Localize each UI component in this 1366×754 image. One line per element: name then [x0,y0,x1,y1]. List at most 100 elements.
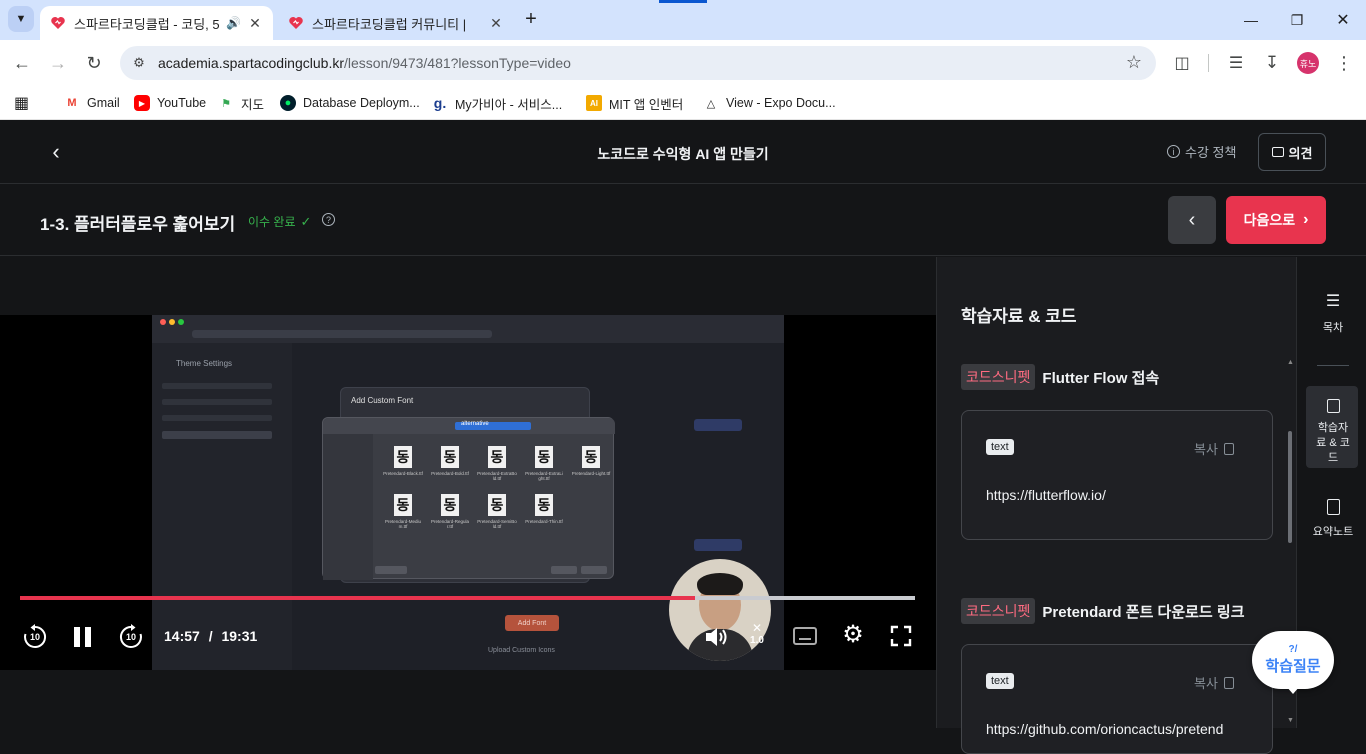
video-player[interactable]: Theme Settings Add Custom Font alternati… [0,315,936,670]
close-window-button[interactable]: ✕ [1320,0,1366,40]
bookmark-label: YouTube [157,96,207,110]
nav-toc[interactable]: ☰ 목차 [1307,291,1359,335]
bookmark-mit[interactable]: AI MIT 앱 인벤터 [586,92,683,114]
video-font-filename: Pretendard-ExtraLight.ttf [525,471,563,482]
browser-tab-active[interactable]: 스파르타코딩클럽 - 코딩, 5 🔊 ✕ [40,6,273,40]
ask-question-button[interactable]: ?/ 학습질문 [1252,631,1334,689]
snippet-tag: 코드스니펫 [961,598,1036,624]
snippet-header: 코드스니펫 Pretendard 폰트 다운로드 링크 [961,598,1245,624]
forward-seconds: 10 [125,632,136,642]
menu-icon[interactable]: ⋮ [1330,49,1358,77]
fullscreen-button[interactable] [890,625,912,647]
video-browser-bar [152,315,784,343]
volume-button[interactable] [704,625,730,649]
time-display: 14:57 / 19:31 [164,628,257,644]
tab-search-button[interactable]: ▼ [8,6,34,32]
address-bar[interactable]: ⚙ academia.spartacodingclub.kr /lesson/9… [120,46,1156,80]
tab-title: 스파르타코딩클럽 - 코딩, 5 [74,16,220,32]
back-chevron-icon[interactable]: ‹ [44,139,68,164]
bookmark-gmail[interactable]: M Gmail [64,92,120,114]
browser-tab[interactable]: 스파르타코딩클럽 커뮤니티 | ✕ [278,6,514,40]
copy-button[interactable]: 복사 [1194,673,1234,692]
bookmarks-bar: ▦ M Gmail ▶ YouTube ⚑ 지도 ● Database Deploym.… [0,86,1366,120]
url-host: academia.spartacodingclub.kr [158,55,344,71]
video-font-filename: Pretendard-ExtraBold.ttf [477,471,517,482]
speed-button[interactable]: ✕ 1.0 [746,621,768,651]
bookmark-label: My가비아 - 서비스... [455,97,563,112]
video-folder-name: alternative [461,421,489,427]
close-icon[interactable]: ✕ [488,15,504,32]
code-card: text 복사 https://github.com/orioncactus/p… [961,644,1273,754]
restore-button[interactable]: ❐ [1274,0,1320,40]
browser-toolbar: ← → ↻ ⚙ academia.spartacodingclub.kr /le… [0,40,1366,86]
code-card: text 복사 https://flutterflow.io/ [961,410,1273,540]
site-info-icon[interactable]: ⚙ [120,55,158,71]
copy-button[interactable]: 복사 [1194,439,1234,458]
prev-lesson-button[interactable]: ‹ [1168,196,1216,244]
media-controls-icon[interactable]: ☰ [1222,49,1250,77]
chat-icon [1271,147,1284,157]
bookmark-expo[interactable]: △ View - Expo Docu... [703,92,836,114]
subtitles-button[interactable] [793,627,817,645]
scroll-down-arrow[interactable]: ▼ [1287,717,1294,724]
question-icon: ?/ [1288,644,1298,655]
nav-summary[interactable]: 요약노트 [1307,499,1359,539]
video-font-file: 동 Pretendard-SemiBold.ttf [477,494,517,530]
bookmark-star-icon[interactable]: ☆ [1126,52,1142,73]
download-icon[interactable]: ↧ [1258,49,1286,77]
avatar[interactable]: 휴노 [1297,52,1319,74]
code-text[interactable]: https://github.com/orioncactus/pretend [986,721,1223,737]
close-icon[interactable]: ✕ [247,15,263,32]
extensions-icon[interactable]: ◫ [1168,49,1196,77]
gmail-icon: M [67,97,77,109]
feedback-button[interactable]: 의견 [1258,133,1326,171]
scroll-up-arrow[interactable]: ▲ [1287,359,1294,366]
video-font-file: 동 Pretendard-Light.ttf [571,446,611,476]
course-header: ‹ 노코드로 수익형 AI 앱 만들기 i 수강 정책 의견 [0,120,1366,184]
time-separator: / [208,628,213,644]
speed-x-icon: ✕ [751,621,763,635]
help-icon[interactable]: ? [322,213,335,226]
video-font-glyph: 동 [394,494,412,516]
reload-button[interactable]: ↻ [80,49,108,77]
speed-value: 1.0 [750,635,764,646]
note-icon [1326,499,1340,515]
materials-panel: 학습자료 & 코드 ▲ ▼ 코드스니펫 Flutter Flow 접속 text… [936,257,1296,754]
video-add-font-button: Add Font [505,615,559,631]
fullscreen-icon [890,625,912,647]
video-theme-settings: Theme Settings [176,359,233,368]
mit-icon: AI [586,95,602,111]
minimize-button[interactable]: — [1228,0,1274,40]
pause-button[interactable] [72,626,94,648]
rewind-10-button[interactable]: 10 [22,624,48,650]
settings-gear-icon[interactable]: ⚙ [840,622,866,648]
bookmark-mongodb[interactable]: ● Database Deploym... [280,92,420,114]
progress-track[interactable] [20,596,915,600]
nav-materials-content[interactable]: 학습자료 & 코드 [1307,399,1359,466]
chevron-down-icon: ▼ [15,13,27,25]
bookmark-youtube[interactable]: ▶ YouTube [134,92,206,114]
gabia-icon: g. [433,95,447,111]
rewind-seconds: 10 [29,632,40,642]
policy-link[interactable]: i 수강 정책 [1167,142,1236,161]
bookmark-label: Gmail [87,96,120,110]
scrollbar-thumb[interactable] [1288,431,1292,543]
video-font-filename: Pretendard-Regular.ttf [430,519,470,530]
code-text[interactable]: https://flutterflow.io/ [986,487,1106,503]
url-path: /lesson/9473/481?lessonType=video [344,55,571,71]
ask-label: 학습질문 [1265,658,1321,675]
video-font-glyph: 동 [441,446,459,468]
apps-icon[interactable]: ▦ [14,92,29,114]
bookmark-label: Database Deploym... [303,96,420,110]
new-tab-button[interactable]: + [520,8,542,30]
back-button[interactable]: ← [8,49,36,77]
next-lesson-button[interactable]: 다음으로 › [1226,196,1326,244]
bookmark-gabia[interactable]: g. My가비아 - 서비스... [432,92,562,114]
copy-icon [1223,676,1234,689]
forward-10-button[interactable]: 10 [118,624,144,650]
snippet-title: Pretendard 폰트 다운로드 링크 [1042,603,1245,621]
copy-icon [1223,442,1234,455]
forward-button[interactable]: → [44,49,72,77]
bookmark-maps[interactable]: ⚑ 지도 [218,92,264,114]
lesson-title: 1-3. 플러터플로우 훑어보기 [40,215,236,234]
